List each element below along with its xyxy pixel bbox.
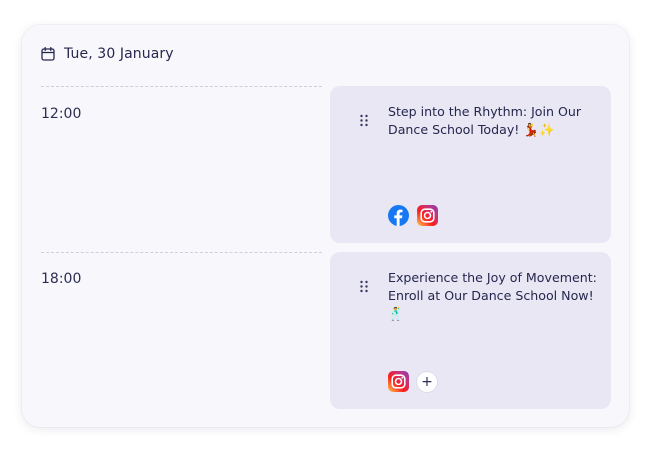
- facebook-icon[interactable]: [388, 205, 409, 226]
- slot-time: 18:00: [41, 271, 82, 287]
- post-text: Experience the Joy of Movement: Enroll a…: [388, 270, 597, 321]
- slot-divider: [41, 86, 322, 87]
- instagram-icon[interactable]: [417, 205, 438, 226]
- time-slot: 12:00 Step into the Rhythm: Join Our Dan…: [41, 86, 611, 243]
- time-slot: 18:00 Experience the Joy of Movement: En…: [41, 252, 611, 409]
- drag-handle-icon[interactable]: [359, 114, 369, 127]
- slot-time: 12:00: [41, 106, 82, 122]
- schedule-card: Tue, 30 January 12:00 Step into the Rhyt…: [22, 25, 629, 427]
- instagram-icon[interactable]: [388, 371, 409, 392]
- post-card[interactable]: Step into the Rhythm: Join Our Dance Sch…: [330, 86, 611, 243]
- post-card[interactable]: Experience the Joy of Movement: Enroll a…: [330, 252, 611, 409]
- drag-handle-icon[interactable]: [359, 280, 369, 293]
- date-header: Tue, 30 January: [41, 43, 174, 65]
- slot-divider: [41, 252, 322, 253]
- calendar-icon: [41, 47, 55, 61]
- add-network-button[interactable]: +: [417, 371, 437, 392]
- date-label: Tue, 30 January: [64, 46, 174, 62]
- post-text: Step into the Rhythm: Join Our Dance Sch…: [388, 104, 582, 137]
- network-icons: [388, 205, 438, 226]
- network-icons: +: [388, 371, 437, 392]
